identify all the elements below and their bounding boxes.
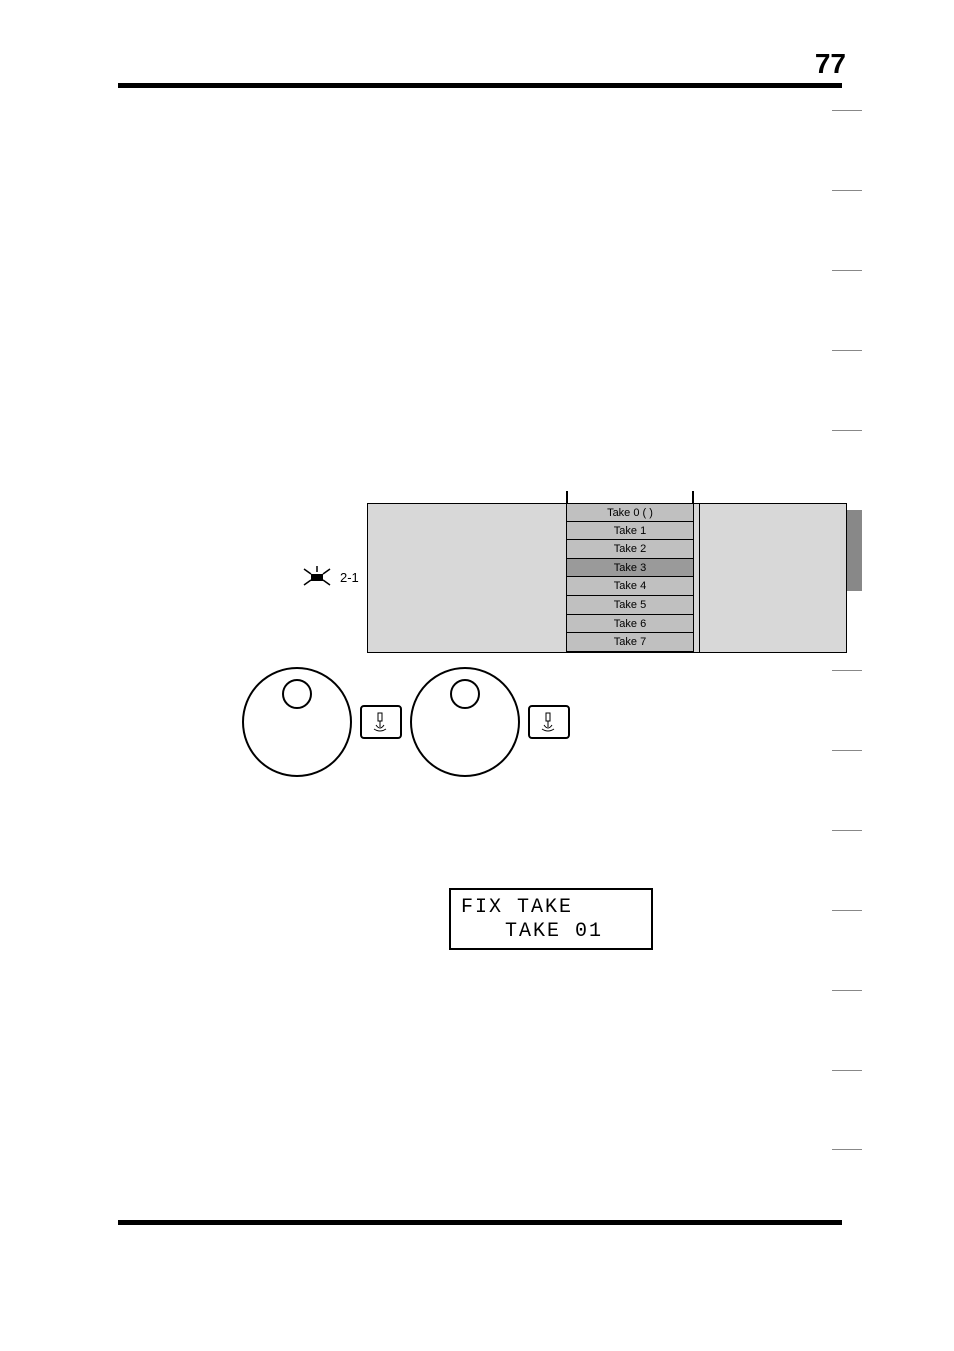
take-row: Take 6 (566, 615, 694, 634)
lcd-display: FIX TAKE TAKE 01 (449, 888, 653, 950)
side-tab (832, 110, 862, 190)
take-row: Take 7 (566, 633, 694, 652)
side-tab (832, 670, 862, 750)
jog-wheel-icon (410, 667, 520, 777)
timeline-area-right (700, 503, 847, 653)
tick-mark (692, 491, 694, 503)
jog-wheel-controls (242, 667, 570, 777)
side-tab (832, 990, 862, 1070)
side-tab (832, 1070, 862, 1150)
lcd-line-2: TAKE 01 (461, 920, 641, 944)
jog-wheel-icon (242, 667, 352, 777)
enter-key-icon (528, 705, 570, 739)
flashing-led-icon: 2-1 (300, 565, 359, 589)
take-row: Take 5 (566, 596, 694, 615)
tick-mark (566, 491, 568, 503)
side-tab (832, 270, 862, 350)
bottom-divider (118, 1220, 842, 1225)
page-number: 77 (815, 48, 846, 80)
takes-diagram: Take 0 ( )Take 1Take 2Take 3Take 4Take 5… (367, 485, 847, 653)
side-tab (832, 910, 862, 990)
take-row: Take 1 (566, 522, 694, 541)
side-tab (832, 350, 862, 430)
take-row: Take 3 (566, 559, 694, 578)
side-tab (832, 750, 862, 830)
take-row: Take 0 ( ) (566, 503, 694, 522)
flasher-label: 2-1 (340, 570, 359, 585)
enter-key-icon (360, 705, 402, 739)
takes-column: Take 0 ( )Take 1Take 2Take 3Take 4Take 5… (566, 503, 694, 652)
side-tab (832, 190, 862, 270)
top-divider (118, 83, 842, 88)
side-tab (832, 830, 862, 910)
lcd-line-1: FIX TAKE (461, 896, 641, 920)
take-row: Take 2 (566, 540, 694, 559)
take-row: Take 4 (566, 577, 694, 596)
